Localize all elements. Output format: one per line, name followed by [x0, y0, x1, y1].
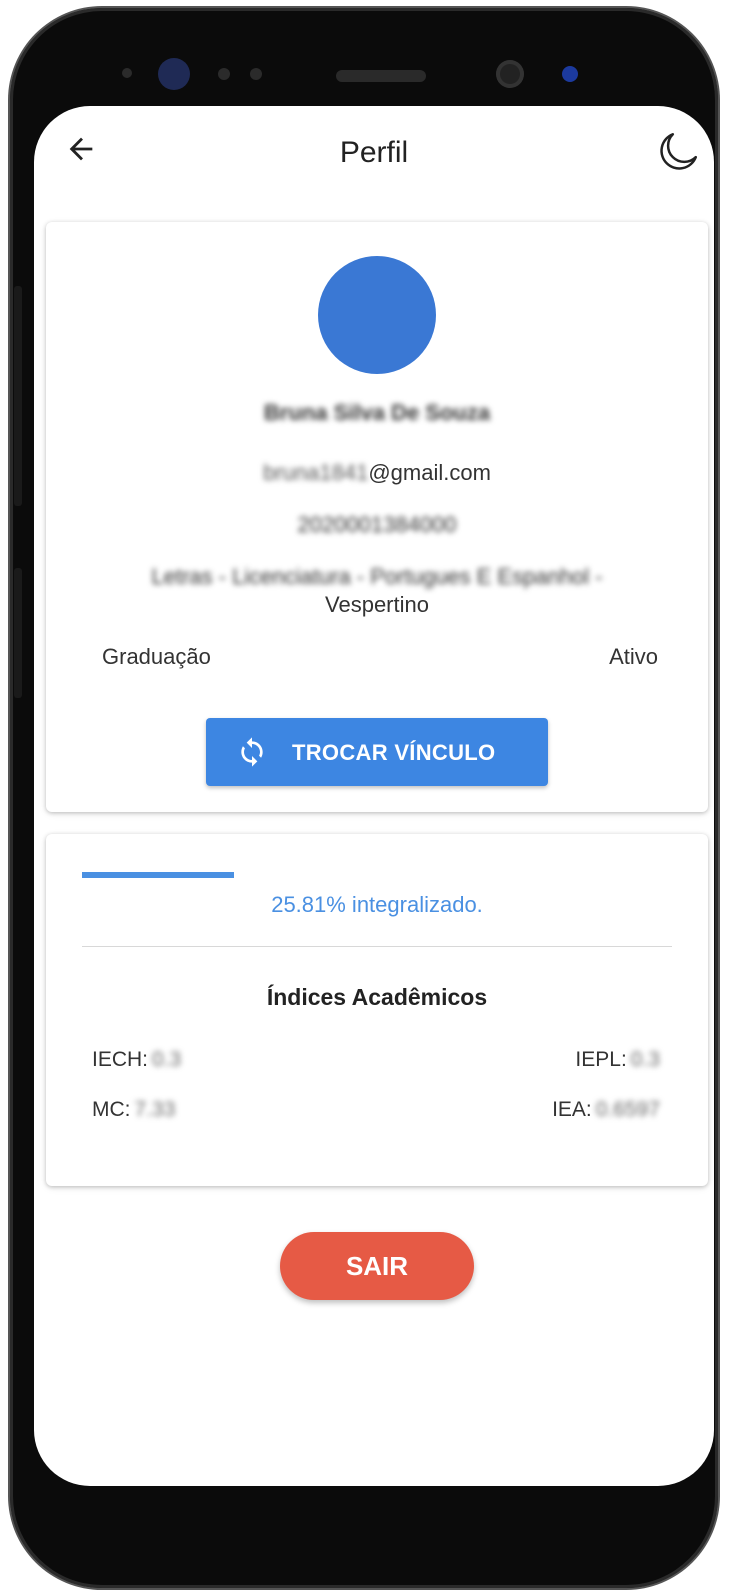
index-value: 0.3: [630, 1048, 660, 1071]
avatar: [318, 256, 436, 374]
course-name: Letras - Licenciatura - Portugues E Espa…: [151, 564, 603, 589]
index-value: 0.6597: [595, 1098, 660, 1121]
index-iech: IECH: 0.3: [92, 1048, 181, 1072]
progress-text: 25.81% integralizado.: [271, 892, 483, 917]
screen: Perfil Bruna Silva De Souza bruna1841@gm…: [34, 106, 714, 1486]
phone-frame: Perfil Bruna Silva De Souza bruna1841@gm…: [10, 8, 718, 1588]
email-user: bruna1841: [263, 460, 369, 485]
index-iepl: IEPL: 0.3: [575, 1048, 660, 1072]
profile-card: Bruna Silva De Souza bruna1841@gmail.com…: [46, 222, 708, 812]
email-domain: @gmail.com: [368, 460, 491, 485]
enrollment-status: Ativo: [609, 644, 658, 669]
sync-icon: [241, 737, 263, 767]
led-indicator: [562, 66, 578, 82]
page-title: Perfil: [339, 136, 409, 169]
front-camera: [158, 58, 190, 90]
swap-enrollment-label: TROCAR VÍNCULO: [292, 740, 496, 765]
logout-button[interactable]: SAIR: [280, 1232, 474, 1300]
moon-icon[interactable]: [652, 128, 702, 178]
progress-fill: [82, 872, 235, 878]
education-level: Graduação: [102, 644, 211, 669]
side-button: [14, 568, 22, 698]
index-value: 0.3: [152, 1048, 182, 1071]
swap-enrollment-button[interactable]: TROCAR VÍNCULO: [206, 718, 548, 786]
course-shift: Vespertino: [325, 592, 429, 617]
index-mc: MC: 7.33: [92, 1098, 175, 1122]
side-button: [14, 286, 22, 506]
index-label: IEPL:: [575, 1048, 627, 1071]
student-name: Bruna Silva De Souza: [263, 400, 491, 425]
app-bar: Perfil: [34, 106, 714, 196]
index-label: MC:: [92, 1098, 131, 1121]
registration-number: 2020001384000: [297, 512, 457, 537]
speaker-grille: [336, 70, 426, 82]
index-label: IECH:: [92, 1048, 149, 1071]
student-email: bruna1841@gmail.com: [46, 460, 708, 486]
sensor-dot: [218, 68, 230, 80]
academic-card: 25.81% integralizado. Índices Acadêmicos…: [46, 834, 708, 1186]
divider: [82, 946, 672, 947]
indices-title: Índices Acadêmicos: [266, 984, 488, 1010]
index-label: IEA:: [552, 1098, 592, 1121]
sensor-dot: [250, 68, 262, 80]
progress-bar: [82, 872, 672, 878]
iris-sensor: [496, 60, 524, 88]
sensor-dot: [122, 68, 132, 78]
index-value: 7.33: [134, 1098, 176, 1121]
index-iea: IEA: 0.6597: [552, 1098, 660, 1122]
